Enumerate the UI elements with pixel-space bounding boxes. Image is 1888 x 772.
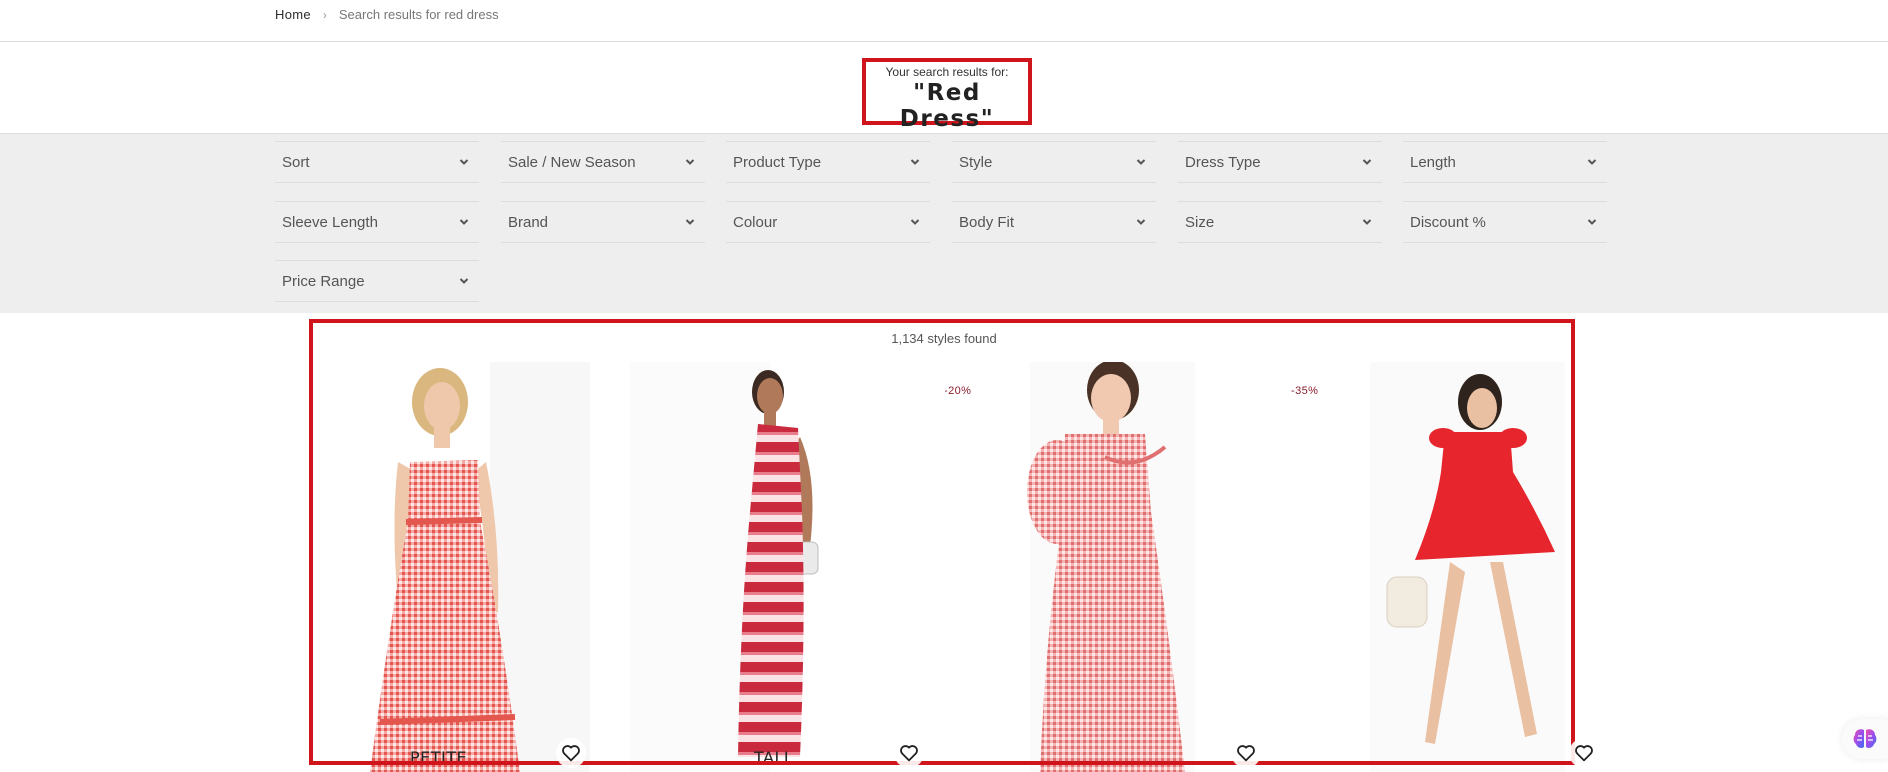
filter-label: Sale / New Season: [508, 153, 636, 171]
chevron-down-icon: [457, 155, 471, 169]
heart-icon: [1237, 745, 1255, 762]
assistant-button[interactable]: [1842, 719, 1888, 759]
chevron-down-icon: [457, 274, 471, 288]
product-tag: PETITE: [410, 748, 468, 767]
filter-dropdown-body-fit[interactable]: Body Fit: [952, 201, 1156, 243]
product-image[interactable]: [1275, 362, 1610, 772]
breadcrumb: Home › Search results for red dress: [275, 7, 499, 22]
chevron-down-icon: [1134, 215, 1148, 229]
wishlist-button[interactable]: [1569, 738, 1599, 768]
chevron-down-icon: [1585, 215, 1599, 229]
wishlist-button[interactable]: [1231, 738, 1261, 768]
chevron-down-icon: [1360, 215, 1374, 229]
heart-icon: [900, 745, 918, 762]
filter-dropdown-size[interactable]: Size: [1178, 201, 1382, 243]
product-card[interactable]: -20%: [945, 362, 1270, 772]
filter-label: Length: [1410, 153, 1456, 171]
heart-icon: [1575, 745, 1593, 762]
filter-label: Style: [959, 153, 993, 171]
filter-dropdown-discount[interactable]: Discount %: [1403, 201, 1607, 243]
filter-dropdown-product-type[interactable]: Product Type: [726, 141, 930, 183]
product-tag: TALL: [754, 748, 794, 767]
breadcrumb-current: Search results for red dress: [338, 7, 499, 22]
product-card[interactable]: PETITE: [330, 362, 650, 772]
filter-dropdown-sleeve-length[interactable]: Sleeve Length: [275, 201, 479, 243]
breadcrumb-separator: ›: [322, 7, 327, 22]
search-heading: Your search results for: "Red Dress": [862, 58, 1032, 132]
chevron-down-icon: [1585, 155, 1599, 169]
product-image[interactable]: [630, 362, 940, 772]
filter-panel: Sort Sale / New Season Product Type Style Dr…: [0, 133, 1888, 313]
product-card[interactable]: -35%: [1275, 362, 1610, 772]
filter-dropdown-price-range[interactable]: Price Range: [275, 260, 479, 302]
heart-icon: [562, 745, 580, 762]
styles-found-count: 1,134 styles found: [891, 331, 997, 346]
filter-dropdown-sort[interactable]: Sort: [275, 141, 479, 183]
filter-label: Product Type: [733, 153, 822, 171]
chevron-down-icon: [1360, 155, 1374, 169]
filter-label: Discount %: [1410, 213, 1486, 231]
chevron-down-icon: [457, 215, 471, 229]
filter-label: Colour: [733, 213, 778, 231]
chevron-down-icon: [683, 215, 697, 229]
product-card[interactable]: TALL: [630, 362, 940, 772]
product-image[interactable]: [945, 362, 1270, 772]
brain-icon: [1853, 729, 1877, 748]
discount-badge: -20%: [945, 385, 972, 397]
breadcrumb-home-link[interactable]: Home: [275, 7, 311, 22]
filter-label: Brand: [508, 213, 549, 231]
filter-label: Price Range: [282, 272, 365, 290]
filter-dropdown-brand[interactable]: Brand: [501, 201, 705, 243]
search-term: "Red Dress": [899, 80, 995, 132]
wishlist-button[interactable]: [894, 738, 924, 768]
filter-label: Size: [1185, 213, 1215, 231]
product-image[interactable]: [330, 362, 650, 772]
chevron-down-icon: [908, 155, 922, 169]
filter-label: Body Fit: [959, 213, 1015, 231]
filter-dropdown-length[interactable]: Length: [1403, 141, 1607, 183]
filter-label: Sleeve Length: [282, 213, 378, 231]
discount-badge: -35%: [1291, 385, 1319, 397]
chevron-down-icon: [908, 215, 922, 229]
filter-dropdown-style[interactable]: Style: [952, 141, 1156, 183]
search-subtitle: Your search results for:: [885, 65, 1009, 79]
breadcrumb-bar: Home › Search results for red dress: [0, 0, 1888, 42]
filter-label: Sort: [282, 153, 310, 171]
filter-dropdown-sale-new-season[interactable]: Sale / New Season: [501, 141, 705, 183]
wishlist-button[interactable]: [556, 738, 586, 768]
filter-dropdown-colour[interactable]: Colour: [726, 201, 930, 243]
chevron-down-icon: [683, 155, 697, 169]
filter-label: Dress Type: [1185, 153, 1261, 171]
filter-dropdown-dress-type[interactable]: Dress Type: [1178, 141, 1382, 183]
chevron-down-icon: [1134, 155, 1148, 169]
